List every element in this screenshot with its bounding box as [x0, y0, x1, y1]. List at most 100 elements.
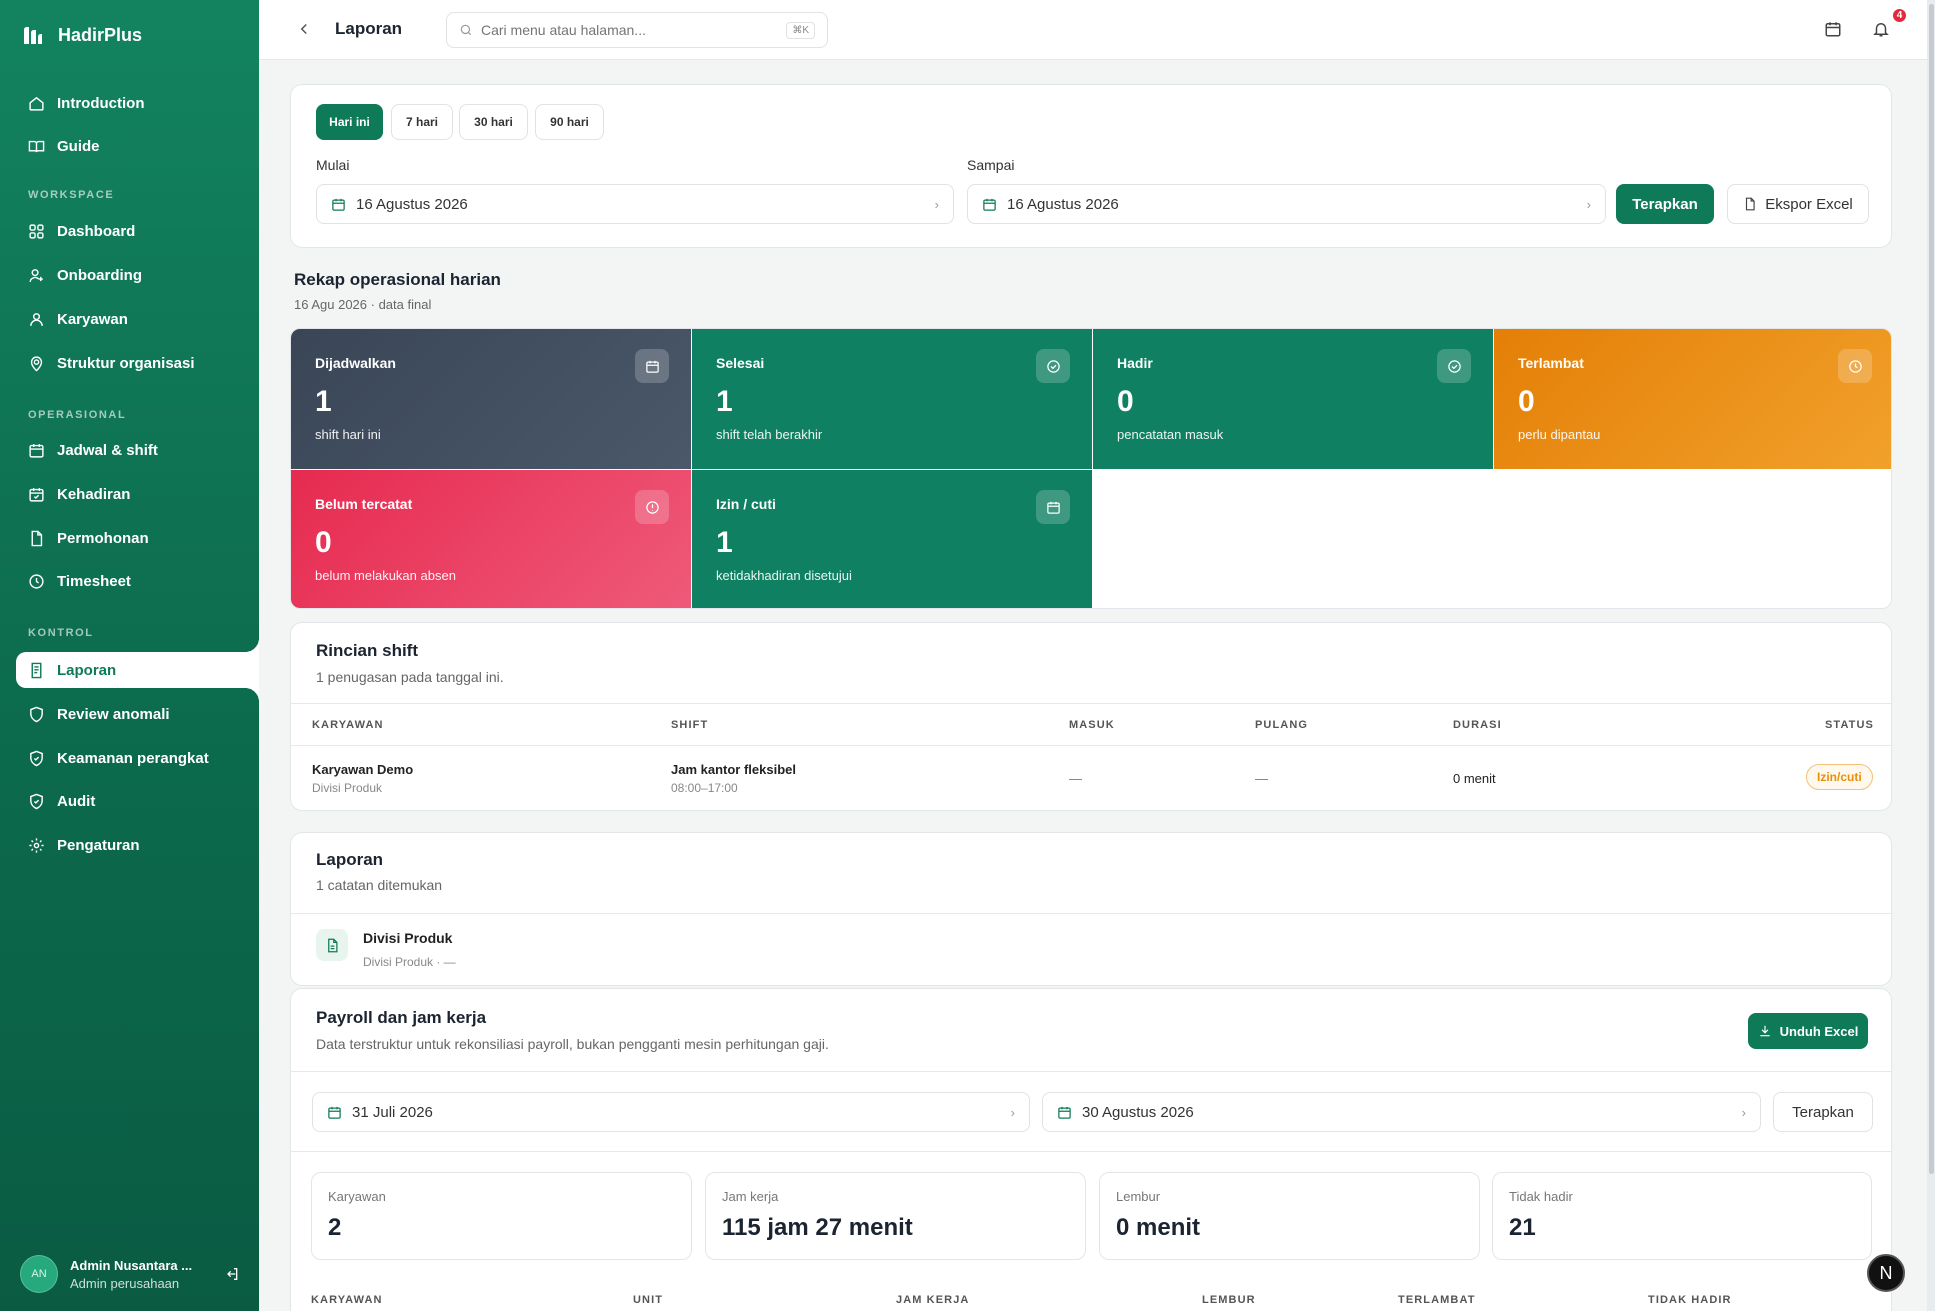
page-title: Laporan — [335, 19, 403, 38]
laporan-title: Laporan — [316, 850, 384, 869]
stat-label: Jam kerja — [722, 1189, 779, 1204]
export-excel-button[interactable]: Ekspor Excel — [1727, 184, 1869, 224]
rekap-title: Rekap operasional harian — [294, 270, 501, 289]
divider — [291, 703, 1891, 704]
brand-logo-icon — [22, 24, 44, 46]
stat-value: 21 — [1509, 1214, 1536, 1241]
col-header-tidak-hadir: TIDAK HADIR — [1648, 1294, 1732, 1306]
col-header-shift: SHIFT — [671, 719, 709, 731]
sidebar-item-timesheet[interactable]: Timesheet — [16, 563, 259, 599]
sidebar-item-guide[interactable]: Guide — [16, 128, 259, 164]
sidebar-item-struktur-organisasi[interactable]: Struktur organisasi — [16, 345, 259, 381]
user-plus-icon — [29, 268, 43, 282]
payroll-end-date-picker[interactable]: 30 Agustus 2026 › — [1042, 1092, 1761, 1132]
floating-action-button[interactable]: N — [1867, 1254, 1905, 1292]
file-icon — [31, 530, 43, 546]
tile-terlambat: Terlambat 0 perlu dipantau — [1494, 329, 1891, 469]
apply-button[interactable]: Terapkan — [1616, 184, 1714, 224]
shift-time: 08:00–17:00 — [671, 781, 738, 795]
logout-icon[interactable] — [224, 1266, 240, 1282]
download-excel-button[interactable]: Unduh Excel — [1748, 1013, 1868, 1049]
sidebar-item-label: Karyawan — [57, 310, 128, 328]
tile-belum-tercatat: Belum tercatat 0 belum melakukan absen — [291, 470, 691, 608]
gear-icon — [29, 837, 44, 853]
sidebar-item-audit[interactable]: Audit — [16, 783, 259, 819]
sidebar-item-karyawan[interactable]: Karyawan — [16, 301, 259, 337]
range-chip-30-hari[interactable]: 30 hari — [459, 104, 528, 140]
sidebar-item-introduction[interactable]: Introduction — [16, 85, 259, 121]
sidebar-item-label: Onboarding — [57, 266, 142, 284]
stat-lembur: Lembur 0 menit — [1099, 1172, 1480, 1260]
col-header-jam-kerja: JAM KERJA — [896, 1294, 970, 1306]
nav-section-operasional: OPERASIONAL — [28, 409, 127, 421]
search-icon — [460, 24, 472, 36]
search-box[interactable]: ⌘K — [446, 12, 828, 48]
tile-dijadwalkan: Dijadwalkan 1 shift hari ini — [291, 329, 691, 469]
nav-section-workspace: WORKSPACE — [28, 189, 115, 201]
sidebar: HadirPlus Introduction Guide WORKSPACE D… — [0, 0, 259, 1311]
col-header-durasi: DURASI — [1453, 719, 1502, 731]
payroll-subtitle: Data terstruktur untuk rekonsiliasi payr… — [316, 1036, 829, 1052]
bell-icon[interactable] — [1872, 20, 1890, 38]
download-icon — [1759, 1025, 1770, 1037]
user-profile[interactable]: AN Admin Nusantara ... Admin perusahaan — [20, 1254, 240, 1294]
sidebar-item-label: Pengaturan — [57, 836, 140, 854]
tile-label: Terlambat — [1518, 355, 1584, 371]
tile-sub: ketidakhadiran disetujui — [716, 568, 852, 583]
sidebar-item-label: Jadwal & shift — [57, 441, 158, 459]
nav-section-kontrol: KONTROL — [28, 627, 94, 639]
col-header-karyawan: KARYAWAN — [312, 719, 384, 731]
download-excel-label: Unduh Excel — [1779, 1023, 1859, 1039]
scrollbar-thumb[interactable] — [1929, 4, 1934, 1174]
start-date-value: 16 Agustus 2026 — [356, 195, 468, 213]
sidebar-item-laporan[interactable]: Laporan — [16, 638, 259, 702]
payroll-title: Payroll dan jam kerja — [316, 1008, 487, 1027]
search-input[interactable] — [481, 22, 779, 38]
stat-label: Karyawan — [328, 1189, 386, 1204]
sidebar-item-keamanan-perangkat[interactable]: Keamanan perangkat — [16, 740, 259, 776]
calendar-icon — [635, 349, 669, 383]
map-pin-icon — [30, 355, 43, 372]
badge-check-icon — [30, 793, 43, 809]
payroll-start-date-picker[interactable]: 31 Juli 2026 › — [312, 1092, 1030, 1132]
laporan-card: Laporan 1 catatan ditemukan Divisi Produ… — [290, 832, 1892, 986]
sidebar-item-jadwal-shift[interactable]: Jadwal & shift — [16, 432, 259, 468]
col-header-terlambat: TERLAMBAT — [1398, 1294, 1476, 1306]
payroll-start-date-value: 31 Juli 2026 — [352, 1103, 433, 1121]
divider — [291, 1151, 1891, 1152]
sidebar-item-label: Audit — [57, 792, 96, 810]
tile-hadir: Hadir 0 pencatatan masuk — [1093, 329, 1493, 469]
sidebar-item-kehadiran[interactable]: Kehadiran — [16, 476, 259, 512]
stat-label: Tidak hadir — [1509, 1189, 1573, 1204]
masuk-value: — — [1069, 771, 1082, 786]
tile-label: Hadir — [1117, 355, 1153, 371]
end-date-picker[interactable]: 16 Agustus 2026 › — [967, 184, 1606, 224]
calendar-icon[interactable] — [1824, 20, 1842, 38]
stat-tidak-hadir: Tidak hadir 21 — [1492, 1172, 1872, 1260]
range-chip-90-hari[interactable]: 90 hari — [535, 104, 604, 140]
sidebar-item-label: Review anomali — [57, 705, 170, 723]
tile-label: Dijadwalkan — [315, 355, 396, 371]
range-chip-7-hari[interactable]: 7 hari — [391, 104, 453, 140]
tile-value: 0 — [1518, 385, 1535, 418]
sidebar-item-label: Keamanan perangkat — [57, 749, 209, 767]
brand[interactable]: HadirPlus — [22, 24, 142, 46]
chevron-left-icon[interactable] — [295, 20, 313, 38]
stat-value: 115 jam 27 menit — [722, 1214, 913, 1241]
start-date-label: Mulai — [316, 157, 350, 173]
payroll-card: Payroll dan jam kerja Data terstruktur u… — [290, 988, 1892, 1311]
topbar: Laporan ⌘K 4 — [259, 0, 1935, 60]
sidebar-item-review-anomali[interactable]: Review anomali — [16, 696, 259, 732]
start-date-picker[interactable]: 16 Agustus 2026 › — [316, 184, 954, 224]
sidebar-item-permohonan[interactable]: Permohonan — [16, 520, 259, 556]
sidebar-item-pengaturan[interactable]: Pengaturan — [16, 827, 259, 863]
payroll-apply-button[interactable]: Terapkan — [1773, 1092, 1873, 1132]
col-header-karyawan: KARYAWAN — [311, 1294, 383, 1306]
col-header-unit: UNIT — [633, 1294, 664, 1306]
sidebar-item-label: Struktur organisasi — [57, 354, 195, 372]
range-chip-hari-ini[interactable]: Hari ini — [316, 104, 383, 140]
calendar-icon — [328, 1106, 341, 1119]
stat-value: 0 menit — [1116, 1214, 1201, 1241]
sidebar-item-dashboard[interactable]: Dashboard — [16, 213, 259, 249]
sidebar-item-onboarding[interactable]: Onboarding — [16, 257, 259, 293]
